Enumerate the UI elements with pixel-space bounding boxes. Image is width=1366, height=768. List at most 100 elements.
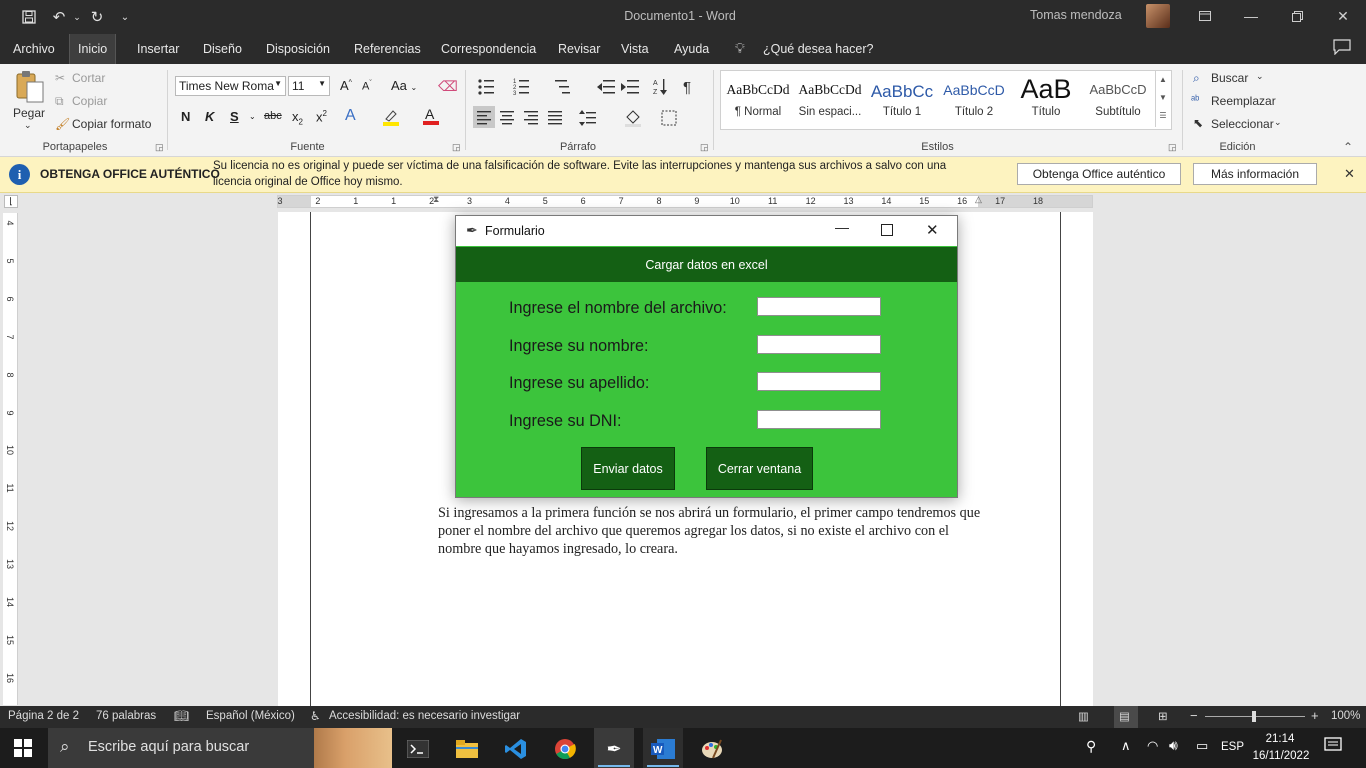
filename-input[interactable] [757, 297, 881, 316]
minimize-icon[interactable]: — [1228, 0, 1274, 32]
dialog-minimize-icon[interactable]: — [835, 219, 849, 235]
select-icon[interactable]: ⬉ [1193, 116, 1203, 130]
collapse-ribbon-icon[interactable]: ⌃ [1343, 140, 1353, 154]
dni-input[interactable] [757, 410, 881, 429]
line-spacing-icon[interactable] [579, 110, 596, 126]
subscript-button[interactable]: x2 [292, 109, 303, 127]
accessibility-icon[interactable]: ♿︎ [310, 709, 321, 723]
comments-icon[interactable] [1333, 39, 1353, 57]
shrink-font-icon[interactable]: Aˇ [362, 80, 372, 93]
close-notice-icon[interactable]: ✕ [1344, 166, 1355, 182]
paste-dropdown-icon[interactable]: ⌄ [24, 120, 32, 131]
style-heading-2[interactable]: AaBbCcD Título 2 [940, 72, 1008, 124]
undo-dropdown-icon[interactable]: ⌄ [66, 6, 88, 28]
styles-launcher-icon[interactable]: ◲ [1168, 142, 1177, 153]
save-icon[interactable] [18, 6, 40, 28]
zoom-out-icon[interactable]: − [1190, 708, 1198, 723]
find-dropdown-icon[interactable]: ⌄ [1256, 71, 1264, 82]
page-count[interactable]: Página 2 de 2 [8, 710, 79, 722]
align-center-icon[interactable] [500, 111, 514, 125]
paste-icon[interactable] [14, 70, 46, 104]
align-left-icon[interactable] [477, 111, 491, 125]
cut-icon[interactable]: ✂︎ [55, 71, 65, 85]
format-painter-icon[interactable]: 🖌︎ [55, 117, 70, 131]
avatar[interactable] [1146, 4, 1170, 28]
text-effects-icon[interactable]: A [345, 107, 356, 125]
tab-insertar[interactable]: Insertar [129, 34, 187, 64]
search-icon[interactable]: ⌕ [1193, 71, 1200, 86]
volume-icon[interactable]: 🔊︎ [1169, 737, 1178, 754]
close-window-button[interactable]: Cerrar ventana [706, 447, 813, 490]
zoom-slider-thumb[interactable] [1252, 711, 1256, 722]
paste-button[interactable]: Pegar [13, 106, 45, 120]
tab-revisar[interactable]: Revisar [550, 34, 608, 64]
underline-button[interactable]: S [230, 109, 239, 124]
taskbar-search-box[interactable]: ⌕ Escribe aquí para buscar [48, 728, 392, 768]
replace-button[interactable]: Reemplazar [1211, 94, 1276, 108]
read-mode-icon[interactable]: ▥ [1078, 709, 1089, 723]
increase-indent-icon[interactable] [621, 80, 639, 94]
bold-button[interactable]: N [181, 109, 190, 124]
wifi-icon[interactable]: ◠ [1147, 738, 1158, 754]
web-layout-icon[interactable]: ⊞ [1158, 709, 1168, 723]
numbering-icon[interactable]: 123 [513, 79, 529, 97]
redo-icon[interactable]: ↻ [86, 6, 108, 28]
shading-icon[interactable] [625, 110, 641, 127]
horizontal-ruler[interactable]: 3 2 1 1 2 3 4 5 6 7 8 9 10 11 12 13 14 15 16 17 18 ⧗ △ [277, 194, 1093, 208]
more-info-button[interactable]: Más información [1193, 163, 1317, 185]
zoom-level[interactable]: 100% [1331, 710, 1360, 722]
accessibility-status[interactable]: Accesibilidad: es necesario investigar [329, 710, 520, 722]
input-language[interactable]: ESP [1221, 741, 1244, 753]
grow-font-icon[interactable]: A^ [340, 78, 352, 93]
document-body-text[interactable]: Si ingresamos a la primera función se no… [438, 504, 983, 558]
font-size-field[interactable]: 11 ▼ [288, 76, 330, 96]
style-heading-1[interactable]: AaBbCc Título 1 [868, 72, 936, 124]
paragraph-launcher-icon[interactable]: ◲ [700, 142, 709, 153]
style-normal[interactable]: AaBbCcDd ¶ Normal [724, 72, 792, 124]
format-painter-button[interactable]: Copiar formato [72, 117, 151, 131]
align-right-icon[interactable] [524, 111, 538, 125]
tab-vista[interactable]: Vista [613, 34, 657, 64]
tab-disposicion[interactable]: Disposición [258, 34, 338, 64]
style-subtitle[interactable]: AaBbCcD Subtítulo [1084, 72, 1152, 124]
clear-formatting-icon[interactable]: ⌫ [438, 78, 458, 95]
tab-archivo[interactable]: Archivo [5, 34, 63, 64]
word-count[interactable]: 76 palabras [96, 710, 156, 722]
chrome-icon[interactable] [545, 732, 585, 766]
tab-ayuda[interactable]: Ayuda [666, 34, 717, 64]
paint-icon[interactable] [692, 732, 732, 766]
superscript-button[interactable]: x2 [316, 109, 327, 124]
clipboard-launcher-icon[interactable]: ◲ [155, 142, 164, 153]
select-button[interactable]: Seleccionar [1211, 117, 1274, 131]
borders-icon[interactable] [661, 110, 677, 126]
styles-scroll[interactable]: ▲ ▼ ☰ [1155, 71, 1170, 127]
chevron-down-icon[interactable]: ▼ [1156, 89, 1170, 107]
strikethrough-button[interactable]: abc [264, 110, 282, 122]
style-title[interactable]: AaB Título [1012, 72, 1080, 124]
dialog-maximize-icon[interactable] [881, 224, 893, 236]
tab-diseno[interactable]: Diseño [195, 34, 250, 64]
ribbon-display-options-icon[interactable] [1182, 0, 1228, 32]
show-hidden-icons-icon[interactable]: ∧ [1121, 738, 1131, 754]
restore-icon[interactable] [1274, 0, 1320, 32]
copy-icon[interactable]: ⧉ [55, 94, 64, 109]
vscode-icon[interactable] [496, 732, 536, 766]
windows-start-icon[interactable] [14, 739, 34, 759]
indent-marker-icon[interactable]: ⧗ [433, 194, 439, 205]
user-name[interactable]: Tomas mendoza [1030, 8, 1122, 22]
vertical-ruler[interactable]: 4 5 6 7 8 9 10 11 12 13 14 15 16 [3, 213, 18, 705]
terminal-icon[interactable] [398, 732, 438, 766]
highlight-icon[interactable] [382, 108, 400, 126]
tab-referencias[interactable]: Referencias [346, 34, 429, 64]
more-styles-icon[interactable]: ☰ [1156, 107, 1170, 125]
battery-icon[interactable]: ▭ [1196, 738, 1208, 754]
underline-dropdown-icon[interactable]: ⌄ [249, 112, 256, 121]
submit-button[interactable]: Enviar datos [581, 447, 675, 490]
font-name-field[interactable]: Times New Roma ▼ [175, 76, 286, 96]
tab-correspondencia[interactable]: Correspondencia [433, 34, 544, 64]
tell-me-search[interactable]: ¿Qué desea hacer? [755, 34, 882, 64]
find-button[interactable]: Buscar [1211, 71, 1248, 85]
decrease-indent-icon[interactable] [597, 80, 615, 94]
font-launcher-icon[interactable]: ◲ [452, 142, 461, 153]
style-no-spacing[interactable]: AaBbCcDd Sin espaci... [796, 72, 864, 124]
